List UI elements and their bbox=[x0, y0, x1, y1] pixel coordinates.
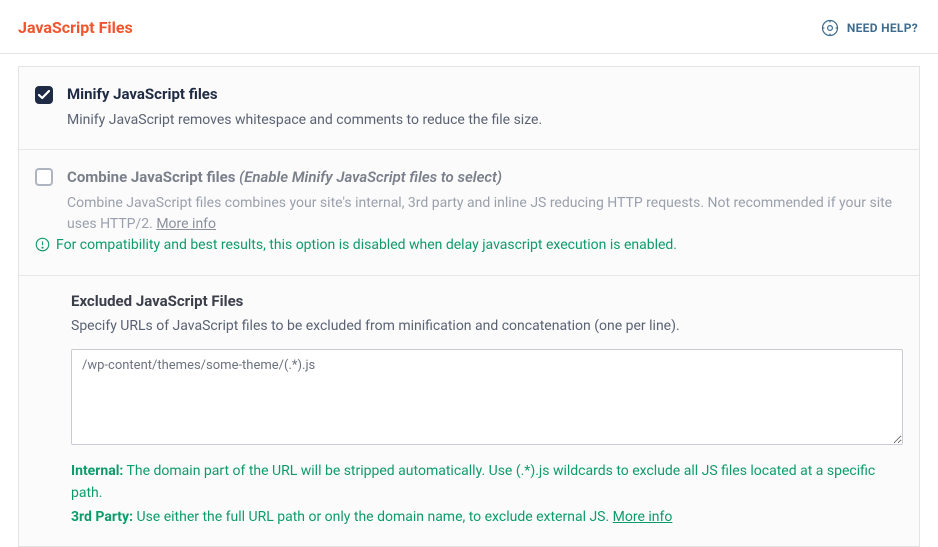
hint-internal: Internal: The domain part of the URL wil… bbox=[71, 461, 903, 504]
combine-more-info-link[interactable]: More info bbox=[156, 216, 216, 232]
combine-notice: For compatibility and best results, this… bbox=[19, 236, 919, 275]
combine-title-text: Combine JavaScript files bbox=[67, 168, 235, 186]
header: JavaScript Files NEED HELP? bbox=[0, 0, 938, 54]
excluded-title: Excluded JavaScript Files bbox=[71, 292, 903, 310]
excluded-textarea[interactable] bbox=[71, 349, 903, 445]
combine-desc: Combine JavaScript files combines your s… bbox=[67, 193, 903, 236]
excluded-section: Excluded JavaScript Files Specify URLs o… bbox=[19, 276, 919, 547]
combine-title-suffix: (Enable Minify JavaScript files to selec… bbox=[239, 168, 502, 186]
excluded-desc: Specify URLs of JavaScript files to be e… bbox=[71, 316, 903, 338]
help-label: NEED HELP? bbox=[847, 21, 918, 35]
page-title: JavaScript Files bbox=[18, 18, 133, 37]
setting-combine: Combine JavaScript files (Enable Minify … bbox=[19, 150, 919, 236]
excluded-hints: Internal: The domain part of the URL wil… bbox=[71, 461, 903, 528]
warning-icon bbox=[35, 237, 50, 259]
help-icon bbox=[821, 19, 839, 37]
minify-desc: Minify JavaScript removes whitespace and… bbox=[67, 110, 903, 132]
hint-internal-label: Internal: bbox=[71, 463, 123, 479]
minify-checkbox[interactable] bbox=[35, 86, 53, 104]
hint-third-label: 3rd Party: bbox=[71, 509, 133, 525]
combine-checkbox[interactable] bbox=[35, 168, 53, 186]
settings-panel: Minify JavaScript files Minify JavaScrip… bbox=[18, 66, 920, 547]
setting-minify: Minify JavaScript files Minify JavaScrip… bbox=[19, 67, 919, 150]
excluded-more-info-link[interactable]: More info bbox=[613, 509, 673, 525]
combine-title: Combine JavaScript files (Enable Minify … bbox=[67, 166, 903, 189]
hint-third-text: Use either the full URL path or only the… bbox=[133, 509, 613, 525]
minify-title: Minify JavaScript files bbox=[67, 83, 903, 106]
hint-internal-text: The domain part of the URL will be strip… bbox=[71, 463, 875, 501]
help-link[interactable]: NEED HELP? bbox=[821, 19, 918, 37]
combine-notice-text: For compatibility and best results, this… bbox=[56, 236, 677, 256]
